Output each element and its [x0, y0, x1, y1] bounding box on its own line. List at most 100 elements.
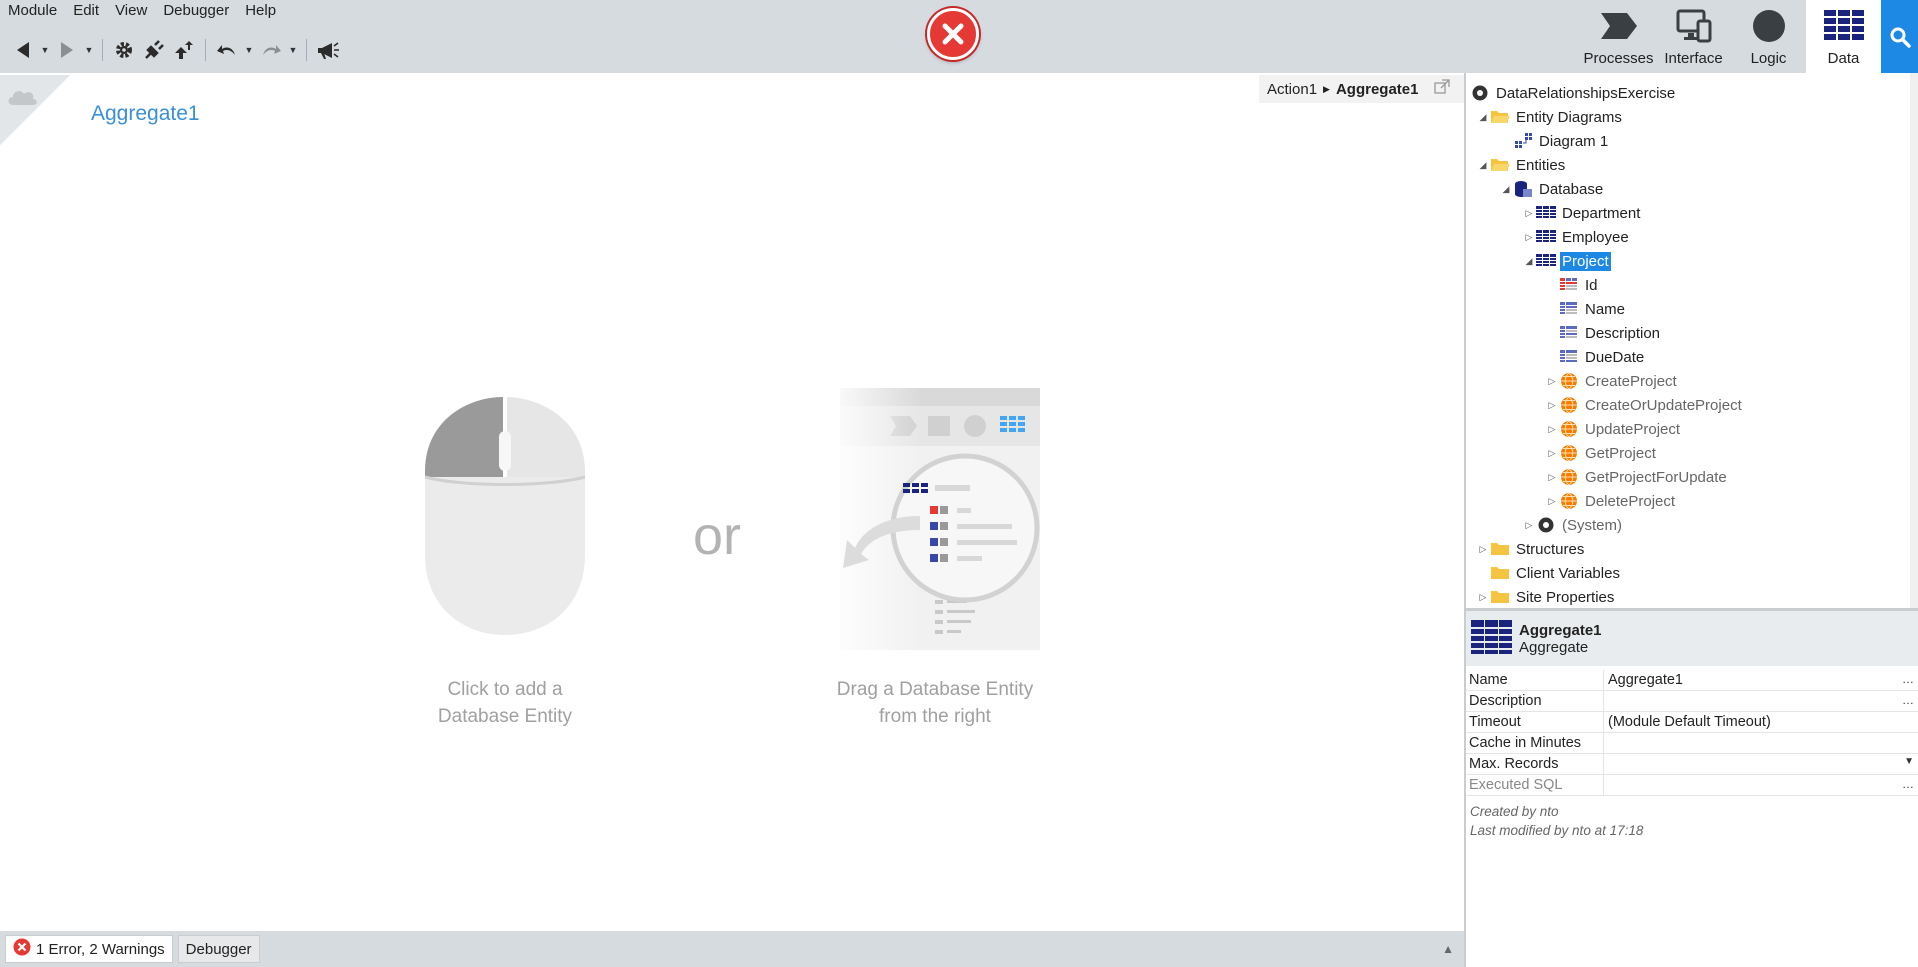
true-change-error-icon[interactable]	[927, 8, 979, 60]
property-value-input[interactable]: …	[1604, 775, 1918, 795]
collapsed-arrow-icon[interactable]: ▷	[1476, 544, 1490, 555]
property-value: Aggregate1	[1608, 672, 1683, 688]
forward-dropdown-icon[interactable]: ▼	[84, 37, 94, 63]
tree-item-database[interactable]: ◢ Database	[1499, 177, 1605, 201]
expand-panel-icon[interactable]: ▲	[1442, 942, 1454, 956]
tree-item-action-get[interactable]: ▷ GetProject	[1545, 441, 1658, 465]
expanded-arrow-icon[interactable]: ◢	[1499, 184, 1513, 195]
mouse-illustration[interactable]	[423, 395, 588, 640]
publish-plug-icon[interactable]	[141, 37, 167, 63]
entity-table-icon	[1536, 228, 1556, 246]
tree-scrollbar[interactable]	[1910, 73, 1918, 608]
toolbar-separator	[102, 39, 103, 61]
chevron-down-icon[interactable]: ▼	[1904, 756, 1914, 767]
expanded-arrow-icon[interactable]: ◢	[1476, 112, 1490, 123]
open-external-icon[interactable]	[1434, 79, 1450, 99]
expanded-arrow-icon[interactable]: ◢	[1476, 160, 1490, 171]
collapsed-arrow-icon[interactable]: ▷	[1522, 520, 1536, 531]
forward-icon[interactable]	[54, 37, 80, 63]
deploy-icon[interactable]	[171, 37, 197, 63]
collapsed-arrow-icon[interactable]: ▷	[1545, 472, 1559, 483]
attribute-icon	[1559, 348, 1579, 366]
entity-action-icon	[1559, 492, 1579, 510]
property-value-input[interactable]: (Module Default Timeout)	[1604, 712, 1918, 732]
collapsed-arrow-icon[interactable]: ▷	[1545, 376, 1559, 387]
attribute-icon	[1559, 324, 1579, 342]
collapsed-arrow-icon[interactable]: ▷	[1522, 232, 1536, 243]
megaphone-icon[interactable]	[315, 37, 341, 63]
property-value-input[interactable]: …	[1604, 691, 1918, 711]
collapsed-arrow-icon[interactable]: ▷	[1522, 208, 1536, 219]
attribute-icon	[1559, 300, 1579, 318]
tree-item-root[interactable]: DataRelationshipsExercise	[1470, 81, 1677, 105]
or-label: or	[693, 506, 742, 566]
tree-label: GetProjectForUpdate	[1585, 468, 1727, 486]
tab-debugger[interactable]: Debugger	[177, 935, 260, 963]
tab-logic-label: Logic	[1750, 50, 1787, 67]
property-value-input[interactable]	[1604, 733, 1918, 753]
collapsed-arrow-icon[interactable]: ▷	[1545, 496, 1559, 507]
tab-errors-warnings[interactable]: 1 Error, 2 Warnings	[5, 935, 173, 963]
collapsed-arrow-icon[interactable]: ▷	[1545, 448, 1559, 459]
tree-item-action-create[interactable]: ▷ CreateProject	[1545, 369, 1679, 393]
tree-item-action-delete[interactable]: ▷ DeleteProject	[1545, 489, 1677, 513]
back-dropdown-icon[interactable]: ▼	[40, 37, 50, 63]
ellipsis-icon[interactable]: …	[1902, 672, 1914, 686]
collapsed-arrow-icon[interactable]: ▷	[1545, 400, 1559, 411]
folder-open-icon	[1490, 156, 1510, 174]
collapsed-arrow-icon[interactable]: ▷	[1476, 592, 1490, 603]
menu-module[interactable]: Module	[0, 0, 65, 24]
property-value-select[interactable]: ▼	[1604, 754, 1918, 774]
property-row-max-records[interactable]: Max. Records ▼	[1466, 754, 1918, 775]
undo-dropdown-icon[interactable]: ▼	[244, 37, 254, 63]
back-icon[interactable]	[10, 37, 36, 63]
settings-gear-icon[interactable]	[111, 37, 137, 63]
tree-item-entity-diagrams[interactable]: ◢ Entity Diagrams	[1476, 105, 1624, 129]
tree-item-site-properties[interactable]: ▷ Site Properties	[1476, 585, 1616, 608]
property-row-name[interactable]: Name Aggregate1…	[1466, 670, 1918, 691]
property-row-cache[interactable]: Cache in Minutes	[1466, 733, 1918, 754]
tree-item-attr-name[interactable]: Name	[1559, 297, 1627, 321]
tree-item-entities[interactable]: ◢ Entities	[1476, 153, 1567, 177]
redo-icon[interactable]	[258, 37, 284, 63]
tree-item-attr-description[interactable]: Description	[1559, 321, 1662, 345]
tab-logic[interactable]: Logic	[1731, 0, 1806, 73]
tree-item-department[interactable]: ▷ Department	[1522, 201, 1642, 225]
property-value-input[interactable]: Aggregate1 …	[1604, 670, 1918, 690]
property-value: (Module Default Timeout)	[1608, 714, 1771, 730]
redo-dropdown-icon[interactable]: ▼	[288, 37, 298, 63]
interface-icon	[1676, 6, 1712, 46]
tab-data[interactable]: Data	[1806, 0, 1881, 73]
tree-item-attr-duedate[interactable]: DueDate	[1559, 345, 1646, 369]
aggregate-canvas[interactable]: Aggregate1 Action1 ▶ Aggregate1 Click to…	[0, 75, 1464, 931]
ellipsis-icon[interactable]: …	[1902, 777, 1914, 791]
tree-item-employee[interactable]: ▷ Employee	[1522, 225, 1631, 249]
menu-help[interactable]: Help	[237, 0, 284, 24]
tree-item-action-update[interactable]: ▷ UpdateProject	[1545, 417, 1682, 441]
tab-processes[interactable]: Processes	[1581, 0, 1656, 73]
tree-item-project[interactable]: ◢ Project	[1522, 249, 1611, 273]
breadcrumb-parent[interactable]: Action1	[1267, 81, 1317, 98]
property-row-executed-sql[interactable]: Executed SQL …	[1466, 775, 1918, 796]
tree-item-structures[interactable]: ▷ Structures	[1476, 537, 1586, 561]
ellipsis-icon[interactable]: …	[1902, 693, 1914, 707]
tab-interface[interactable]: Interface	[1656, 0, 1731, 73]
tree-item-diagram1[interactable]: Diagram 1	[1513, 129, 1610, 153]
menu-edit[interactable]: Edit	[65, 0, 107, 24]
tree-item-system[interactable]: ▷ (System)	[1522, 513, 1624, 537]
tree-item-action-createorupdate[interactable]: ▷ CreateOrUpdateProject	[1545, 393, 1744, 417]
tree-label: GetProject	[1585, 444, 1656, 462]
property-row-description[interactable]: Description …	[1466, 691, 1918, 712]
undo-icon[interactable]	[214, 37, 240, 63]
search-icon[interactable]	[1881, 0, 1918, 73]
menu-debugger[interactable]: Debugger	[155, 0, 237, 24]
expanded-arrow-icon[interactable]: ◢	[1522, 256, 1536, 267]
property-row-timeout[interactable]: Timeout (Module Default Timeout)	[1466, 712, 1918, 733]
tree-label: Name	[1585, 300, 1626, 318]
tree-item-attr-id[interactable]: Id	[1559, 273, 1600, 297]
tree-item-action-getforupdate[interactable]: ▷ GetProjectForUpdate	[1545, 465, 1729, 489]
menu-view[interactable]: View	[107, 0, 155, 24]
collapsed-arrow-icon[interactable]: ▷	[1545, 424, 1559, 435]
property-key: Timeout	[1466, 712, 1604, 732]
tree-item-client-variables[interactable]: Client Variables	[1490, 561, 1622, 585]
